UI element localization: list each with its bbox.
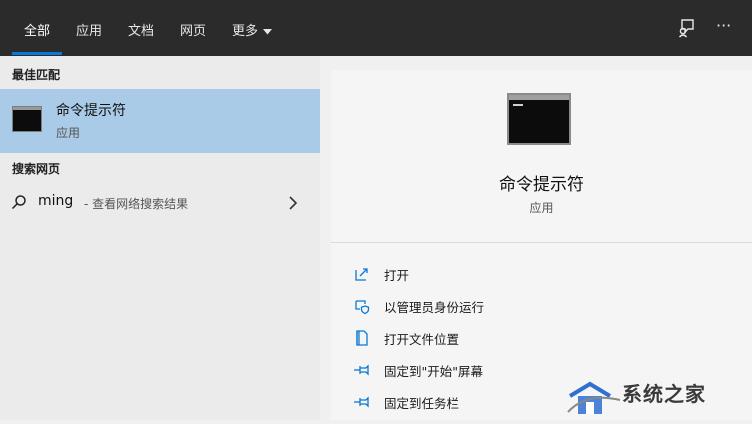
chevron-right-icon[interactable] xyxy=(289,195,298,214)
action-open[interactable]: 打开 xyxy=(353,262,733,286)
tab-apps[interactable]: 应用 xyxy=(76,20,102,39)
tab-more[interactable]: 更多 xyxy=(232,20,273,39)
action-run-as-admin-label: 以管理员身份运行 xyxy=(384,300,485,315)
pin-icon xyxy=(353,393,371,411)
shield-run-icon xyxy=(353,297,371,315)
web-search-query: ming xyxy=(38,193,74,209)
tab-all[interactable]: 全部 xyxy=(24,20,50,39)
web-search-heading: 搜索网页 xyxy=(12,162,61,176)
action-pin-to-start-label: 固定到"开始"屏幕 xyxy=(384,364,483,379)
web-search-hint: - 查看网络搜索结果 xyxy=(84,197,189,211)
tab-documents[interactable]: 文档 xyxy=(128,20,154,39)
feedback-icon[interactable] xyxy=(674,16,698,40)
best-match-heading: 最佳匹配 xyxy=(12,68,61,82)
action-open-label: 打开 xyxy=(384,268,410,283)
file-location-icon xyxy=(353,329,371,347)
action-pin-to-taskbar-label: 固定到任务栏 xyxy=(384,396,460,411)
action-run-as-admin[interactable]: 以管理员身份运行 xyxy=(353,294,733,318)
action-open-file-location-label: 打开文件位置 xyxy=(384,332,460,347)
best-match-title: 命令提示符 xyxy=(56,103,126,119)
terminal-icon xyxy=(12,106,42,132)
search-header: 全部 应用 文档 网页 更多 ··· xyxy=(0,0,752,56)
watermark-logo-icon xyxy=(567,381,621,414)
tab-web[interactable]: 网页 xyxy=(180,20,206,39)
search-icon xyxy=(11,194,27,214)
results-pane: 最佳匹配 命令提示符 应用 搜索网页 ming - 查看网络搜索结果 xyxy=(0,56,320,420)
watermark: 系统之家 xyxy=(566,362,752,420)
chevron-down-icon xyxy=(263,24,273,39)
watermark-text: 系统之家 xyxy=(622,382,706,406)
web-search-result[interactable]: ming - 查看网络搜索结果 xyxy=(0,184,320,220)
detail-app-name: 命令提示符 xyxy=(499,175,584,195)
open-icon xyxy=(353,265,371,283)
detail-app-type: 应用 xyxy=(529,201,554,215)
terminal-icon xyxy=(507,93,571,145)
pin-icon xyxy=(353,361,371,379)
active-tab-indicator xyxy=(12,52,62,55)
best-match-item[interactable]: 命令提示符 应用 xyxy=(0,89,320,153)
action-open-file-location[interactable]: 打开文件位置 xyxy=(353,326,733,350)
divider xyxy=(331,242,752,243)
more-options-icon[interactable]: ··· xyxy=(716,16,740,40)
tab-more-label: 更多 xyxy=(232,24,259,39)
best-match-subtitle: 应用 xyxy=(56,126,81,140)
